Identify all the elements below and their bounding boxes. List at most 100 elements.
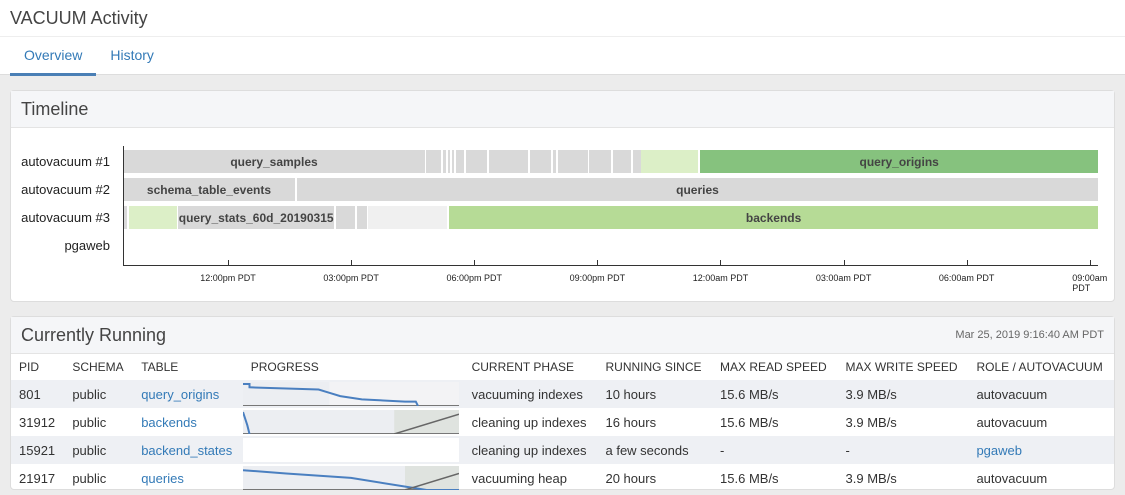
tab-bar: Overview History: [0, 37, 1125, 76]
timeline-segment[interactable]: queries: [296, 178, 1098, 201]
column-header[interactable]: PID: [11, 354, 64, 380]
role-cell[interactable]: pgaweb: [976, 443, 1022, 458]
tick-label: 12:00pm PDT: [200, 273, 256, 283]
running-since-cell: 10 hours: [605, 386, 657, 402]
tick-mark: [597, 260, 599, 266]
column-header[interactable]: SCHEMA: [64, 354, 133, 380]
timeline-segment[interactable]: [589, 150, 612, 173]
column-header[interactable]: CURRENT PHASE: [464, 354, 598, 380]
table-link[interactable]: backend_states: [141, 443, 232, 458]
timeline-segment[interactable]: [447, 150, 450, 173]
tab-overview[interactable]: Overview: [10, 37, 97, 76]
tick-mark: [474, 260, 476, 266]
read-speed-cell: -: [720, 442, 725, 458]
read-speed-cell: 15.6 MB/s: [720, 414, 779, 430]
running-since-cell: 20 hours: [605, 470, 657, 486]
pid-cell: 15921: [19, 442, 56, 458]
timeline-segment[interactable]: [613, 150, 632, 173]
table-row: 31912 public backends cleaning up indexes 16…: [11, 408, 1114, 436]
pid-cell: 21917: [19, 470, 56, 486]
timeline-segment[interactable]: [357, 206, 368, 229]
page-title: VACUUM Activity: [0, 0, 1125, 37]
phase-cell: cleaning up indexes: [471, 414, 587, 430]
timeline-row-label: autovacuum #2: [21, 182, 110, 197]
tick-mark: [966, 260, 968, 266]
write-speed-cell: 3.9 MB/s: [845, 414, 897, 430]
timeline-row-label: autovacuum #1: [21, 154, 110, 169]
column-header[interactable]: ROLE / AUTOVACUUM: [968, 354, 1114, 380]
timeline-segment[interactable]: [451, 150, 454, 173]
column-header[interactable]: TABLE: [133, 354, 243, 380]
table-link[interactable]: query_origins: [141, 387, 219, 402]
table-row: 15921 public backend_states cleaning up ind…: [11, 436, 1114, 464]
tick-mark: [1089, 260, 1091, 266]
timeline-segment[interactable]: [553, 150, 556, 173]
running-since-cell: a few seconds: [605, 442, 689, 458]
schema-cell: public: [72, 442, 107, 458]
tab-history[interactable]: History: [96, 37, 168, 76]
phase-cell: cleaning up indexes: [471, 442, 587, 458]
tick-label: 03:00am PDT: [815, 273, 872, 283]
tick-label: 09:00pm PDT: [569, 273, 626, 283]
phase-cell: vacuuming indexes: [471, 386, 583, 402]
currently-running-title: Currently Running: [21, 324, 167, 345]
role-cell: autovacuum: [976, 414, 1048, 430]
timeline-segment[interactable]: query_samples: [123, 150, 426, 173]
tick-mark: [351, 260, 353, 266]
phase-cell: vacuuming heap: [471, 470, 567, 486]
read-speed-cell: 15.6 MB/s: [720, 470, 779, 486]
column-header[interactable]: RUNNING SINCE: [597, 354, 712, 380]
tick-label: 03:00pm PDT: [323, 273, 379, 283]
tick-mark: [228, 260, 230, 266]
timeline-row-label: autovacuum #3: [21, 210, 110, 225]
timeline-segment[interactable]: [426, 150, 442, 173]
timeline-segment[interactable]: [443, 150, 446, 173]
write-speed-cell: 3.9 MB/s: [845, 386, 897, 402]
schema-cell: public: [72, 386, 107, 402]
progress-done-area: [242, 382, 330, 406]
tick-label: 06:00am PDT: [938, 273, 995, 283]
timeline-segment[interactable]: [557, 150, 588, 173]
table-link[interactable]: backends: [141, 415, 197, 430]
tick-mark: [720, 260, 722, 266]
progress-done-area: [242, 466, 405, 490]
timeline-segment[interactable]: [641, 150, 699, 173]
timeline-row-label: pgaweb: [64, 238, 110, 253]
timeline-axis: [123, 146, 124, 266]
timeline-segment[interactable]: [367, 206, 448, 229]
timeline-segment[interactable]: [335, 206, 356, 229]
timeline-segment[interactable]: query_stats_60d_20190315: [177, 206, 335, 229]
column-header[interactable]: MAX WRITE SPEED: [838, 354, 969, 380]
write-speed-cell: -: [845, 442, 850, 458]
schema-cell: public: [72, 414, 107, 430]
table-link[interactable]: queries: [141, 471, 184, 486]
timeline-segment[interactable]: [529, 150, 552, 173]
page-header: VACUUM Activity Overview History: [0, 0, 1125, 76]
timeline-x-axis: [123, 265, 1098, 266]
read-speed-cell: 15.6 MB/s: [720, 386, 779, 402]
timeline-segment[interactable]: [129, 206, 178, 229]
progress-empty: [242, 438, 459, 462]
write-speed-cell: 3.9 MB/s: [845, 470, 897, 486]
progress-sparkline: [242, 438, 459, 462]
timeline-segment[interactable]: schema_table_events: [123, 178, 295, 201]
table-row: 21917 public queries vacuuming heap 20 hours…: [11, 464, 1114, 492]
progress-sparkline: [242, 410, 459, 434]
timeline-segment[interactable]: [633, 150, 642, 173]
timeline-segment[interactable]: [489, 150, 528, 173]
table-row: 801 public query_origins vacuuming indexes 1…: [11, 380, 1114, 408]
pid-cell: 801: [19, 386, 41, 402]
tick-label: 06:00pm PDT: [446, 273, 503, 283]
role-cell: autovacuum: [976, 470, 1048, 486]
timestamp: Mar 25, 2019 9:16:40 AM PDT: [955, 329, 1104, 341]
timeline-segment[interactable]: query_origins: [700, 150, 1098, 173]
column-header[interactable]: PROGRESS: [243, 354, 464, 380]
timeline-chart: autovacuum #1 query_samples query_originsa…: [11, 128, 1114, 302]
currently-running-panel: Currently Running Mar 25, 2019 9:16:40 AM…: [10, 316, 1115, 490]
running-table: PID SCHEMA TABLE PROGRESS CURRENT PHASE RUNNI…: [11, 354, 1114, 492]
tick-label: 12:00am PDT: [692, 273, 749, 283]
timeline-segment[interactable]: [455, 150, 464, 173]
timeline-segment[interactable]: backends: [449, 206, 1098, 229]
timeline-segment[interactable]: [466, 150, 488, 173]
column-header[interactable]: MAX READ SPEED: [712, 354, 837, 380]
